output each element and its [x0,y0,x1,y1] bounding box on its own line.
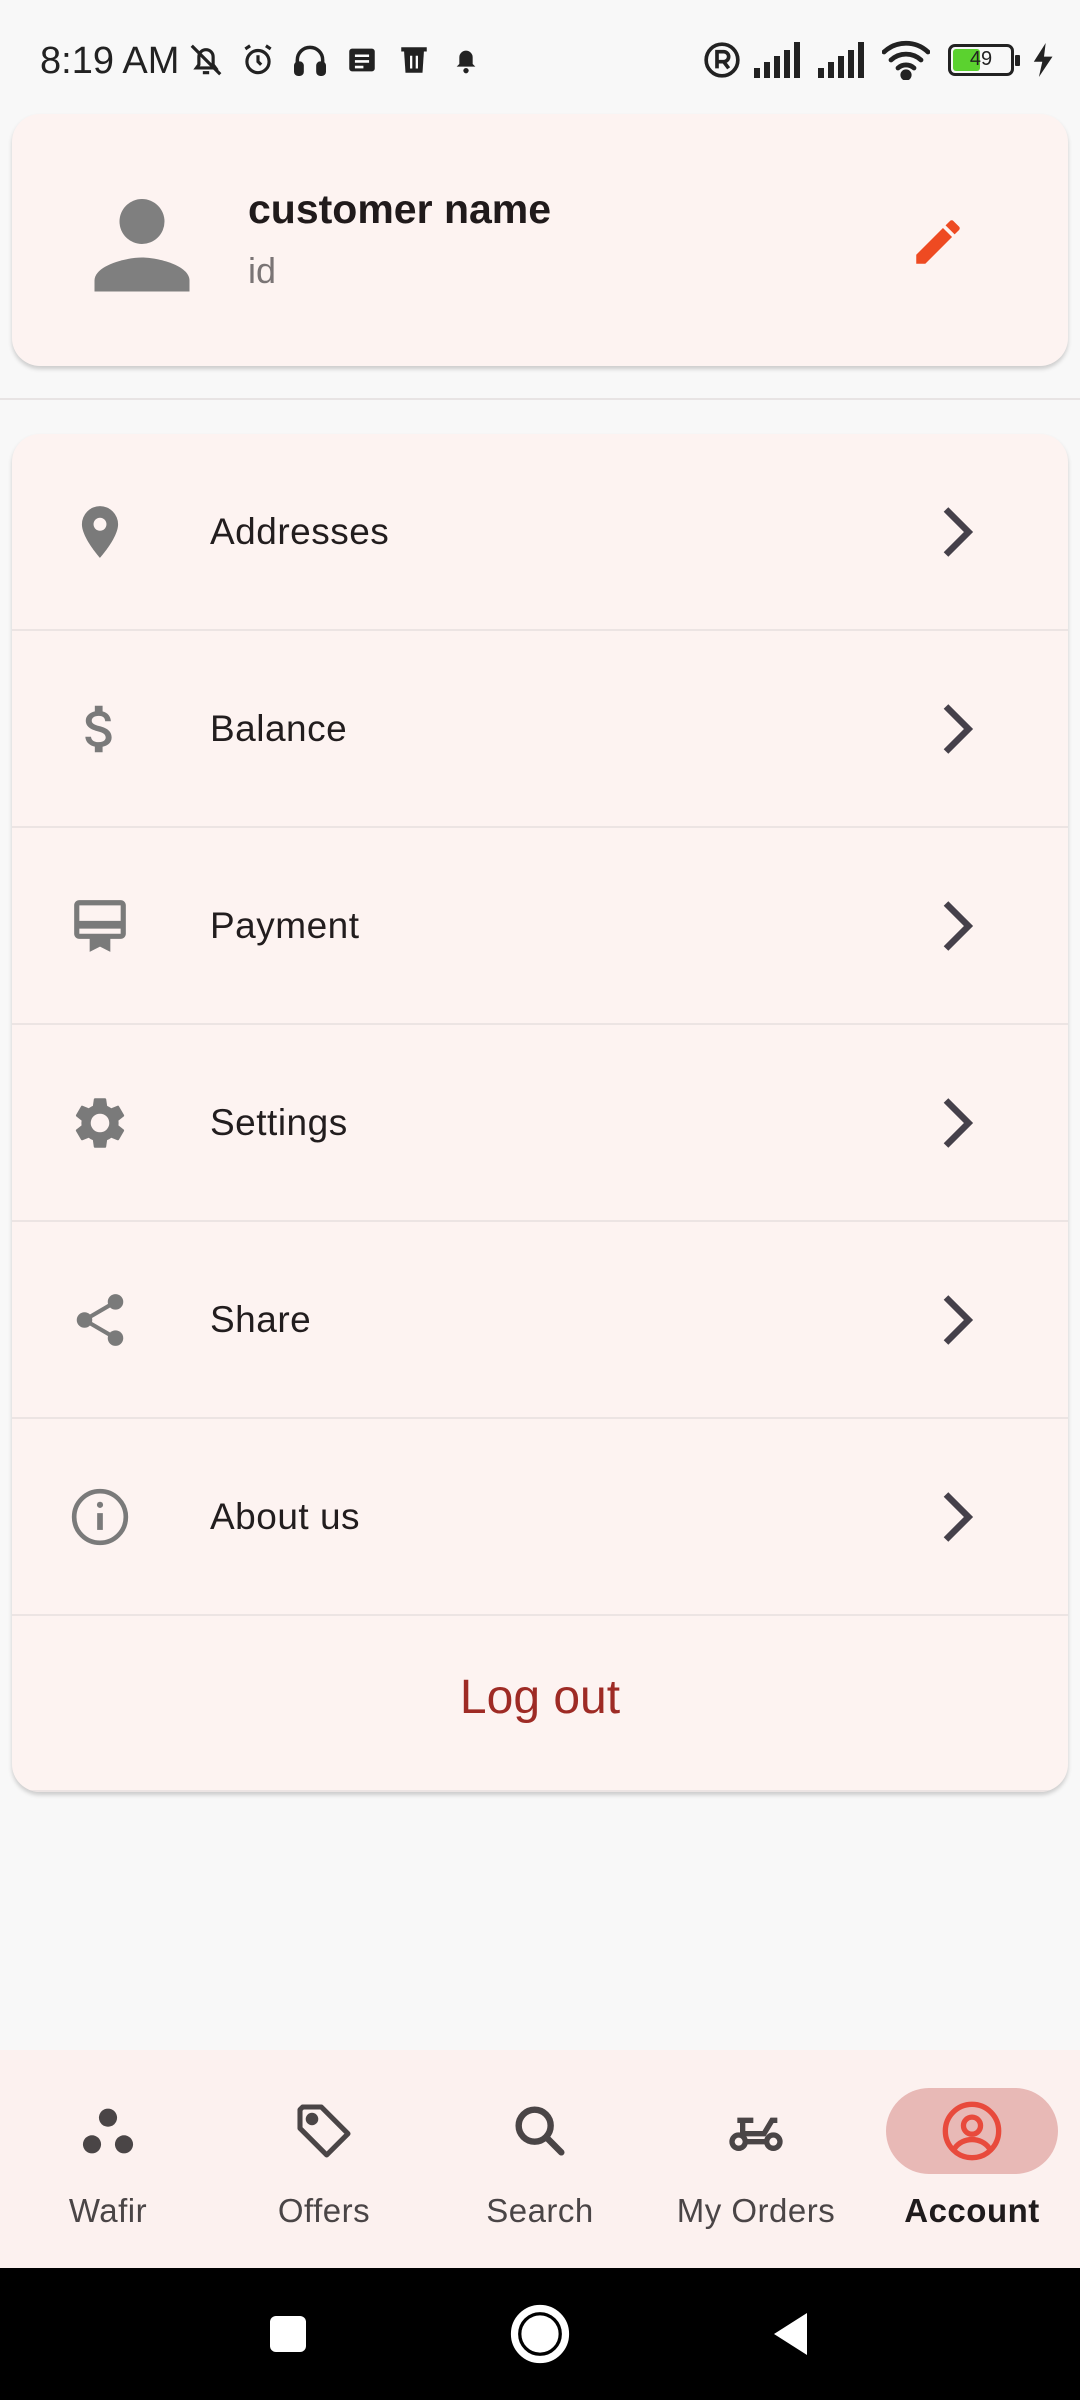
account-circle-icon [940,2099,1004,2163]
system-navigation-bar [0,2268,1080,2400]
customer-name: customer name [248,186,552,232]
menu-item-label: Settings [210,1101,348,1143]
message-icon [342,40,382,80]
notification-bell-icon [446,40,486,80]
status-notification-icons [186,40,486,80]
nav-label: Wafir [68,2192,148,2229]
dots-cluster-icon [76,2099,140,2163]
menu-item-label: Payment [210,904,360,946]
menu-item-label: Balance [210,707,348,749]
bottom-navigation: Wafir Offers Search My Orders Account [0,2050,1080,2268]
chevron-right-icon [926,1290,986,1350]
menu-item-label: Share [210,1298,312,1340]
edit-profile-button[interactable] [898,204,978,284]
recents-icon[interactable] [252,2298,324,2370]
payment-card-icon [58,884,142,968]
chevron-right-icon [926,1487,986,1547]
location-pin-icon [58,490,142,574]
bell-off-icon [186,40,226,80]
gear-icon [58,1081,142,1165]
wifi-icon [882,40,930,80]
nav-tab-offers[interactable]: Offers [216,2050,432,2268]
logout-button[interactable]: Log out [12,1616,1068,1792]
back-icon[interactable] [756,2298,828,2370]
nav-tab-my-orders[interactable]: My Orders [648,2050,864,2268]
nav-label: My Orders [676,2192,836,2229]
customer-id: id [248,250,277,291]
search-icon [508,2099,572,2163]
logout-label: Log out [459,1671,621,1724]
pencil-icon [909,213,967,276]
menu-item-balance[interactable]: Balance [12,631,1068,828]
person-icon [82,184,202,304]
nav-label: Offers [277,2192,371,2229]
charging-icon [1032,40,1056,80]
section-divider [0,398,1080,400]
nav-label: Account [904,2192,1040,2229]
alarm-icon [238,40,278,80]
menu-item-settings[interactable]: Settings [12,1025,1068,1222]
chevron-right-icon [926,1093,986,1153]
registered-icon [702,40,742,80]
dollar-icon [58,687,142,771]
chevron-right-icon [926,502,986,562]
home-icon[interactable] [504,2298,576,2370]
menu-item-about-us[interactable]: About us [12,1419,1068,1616]
battery-icon: 49 [942,40,1020,80]
headphones-icon [290,40,330,80]
menu-item-addresses[interactable]: Addresses [12,434,1068,631]
menu-item-share[interactable]: Share [12,1222,1068,1419]
info-icon [58,1475,142,1559]
signal-icon [754,40,806,80]
tag-icon [292,2099,356,2163]
menu-item-payment[interactable]: Payment [12,828,1068,1025]
signal-icon [818,40,870,80]
battery-level: 49 [969,48,993,70]
chevron-right-icon [926,896,986,956]
status-system-icons: 49 [702,40,1056,80]
share-icon [58,1278,142,1362]
nav-tab-search[interactable]: Search [432,2050,648,2268]
account-menu: Addresses Balance Payment Settings Share… [12,434,1068,1792]
scooter-icon [724,2099,788,2163]
profile-card: customer name id [12,114,1068,366]
status-bar: 8:19 AM 49 [0,0,1080,120]
menu-item-label: About us [210,1495,361,1537]
status-time: 8:19 AM [40,40,180,82]
nav-label: Search [486,2192,594,2229]
nav-tab-account[interactable]: Account [864,2050,1080,2268]
chevron-right-icon [926,699,986,759]
menu-item-label: Addresses [210,510,390,552]
trash-icon [394,40,434,80]
nav-tab-wafir[interactable]: Wafir [0,2050,216,2268]
